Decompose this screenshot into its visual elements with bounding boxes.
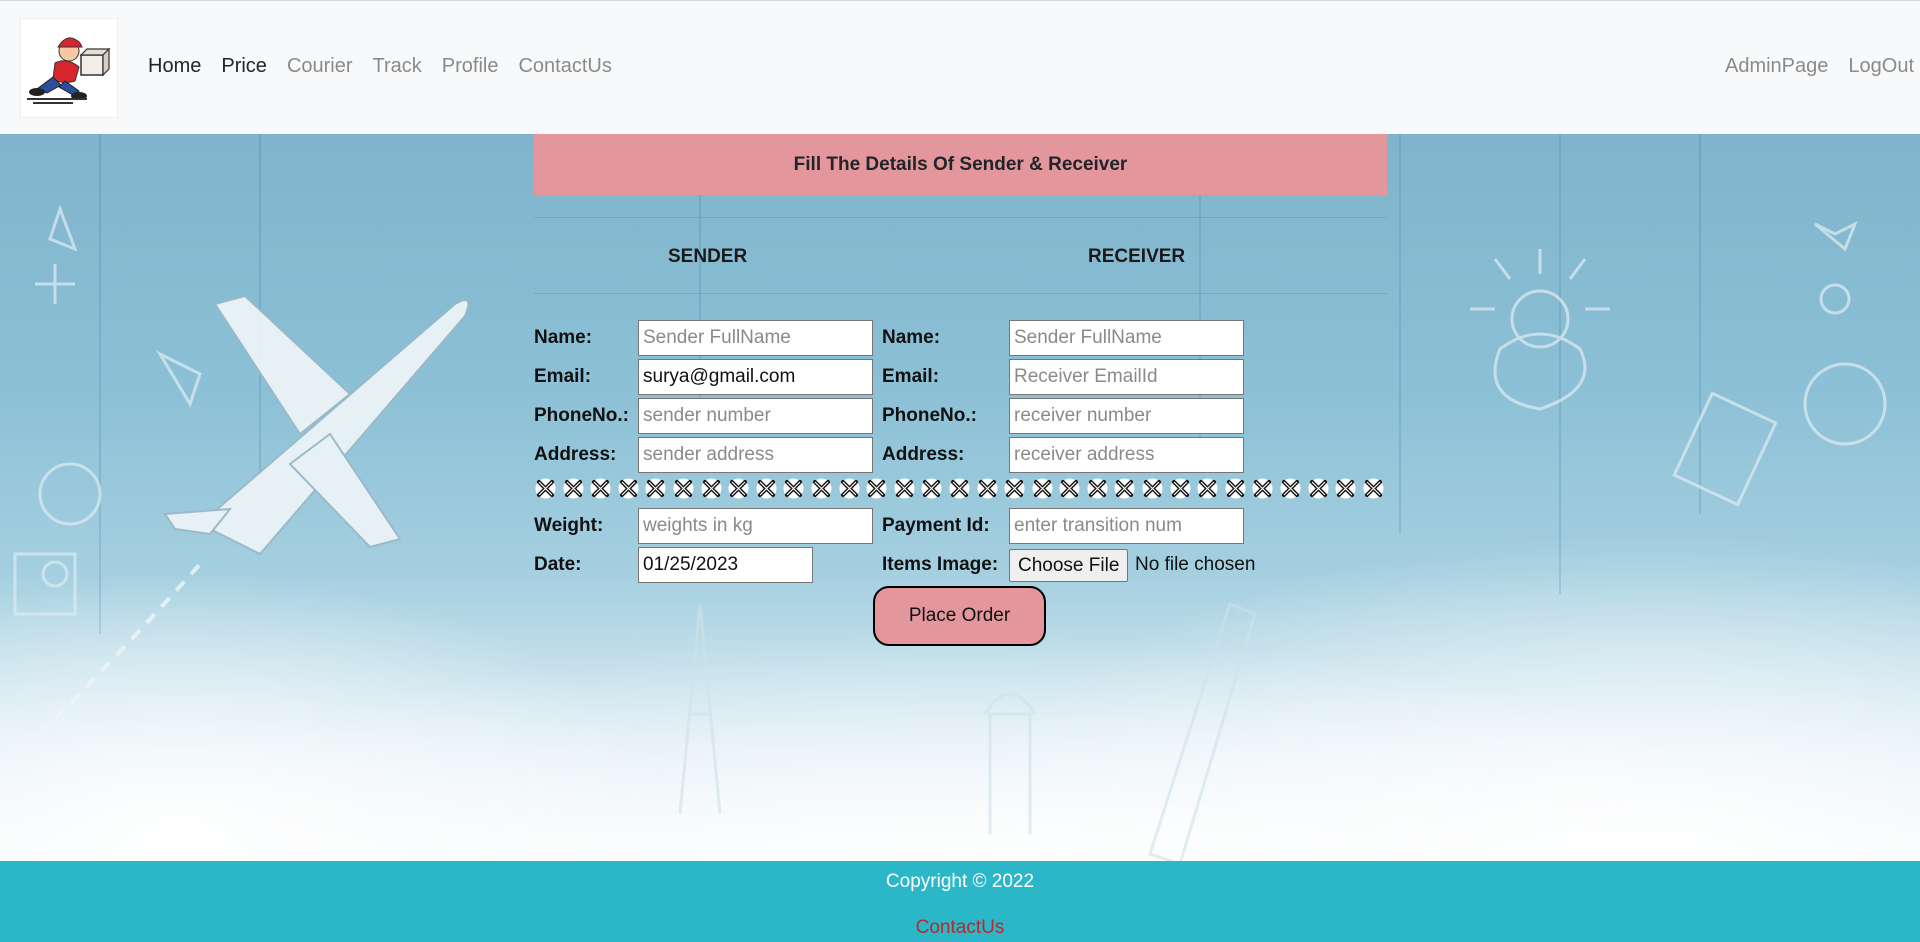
payment-id-label: Payment Id:: [882, 515, 990, 536]
divider: [534, 293, 1387, 294]
sender-address-input[interactable]: [638, 437, 873, 473]
divider: [534, 217, 1387, 218]
cross-icon: [893, 477, 917, 500]
receiver-name-input[interactable]: [1009, 320, 1244, 356]
choose-file-button[interactable]: Choose File: [1009, 549, 1129, 582]
navbar: Home Price Courier Track Profile Contact…: [0, 0, 1920, 134]
footer: Copyright © 2022 ContactUs: [0, 861, 1920, 942]
cross-icon: [562, 477, 586, 500]
items-image-label: Items Image:: [882, 554, 999, 575]
cross-icon: [948, 477, 972, 500]
file-status-text: No file chosen: [1135, 554, 1256, 575]
cross-icon: [810, 477, 834, 500]
nav-left: Home Price Courier Track Profile Contact…: [148, 55, 612, 78]
sender-heading: SENDER: [668, 246, 748, 267]
sender-name-input[interactable]: [638, 320, 873, 356]
cross-icon: [1058, 477, 1082, 500]
cross-icon: [1031, 477, 1055, 500]
cross-icon: [1086, 477, 1110, 500]
cross-icon: [1196, 477, 1220, 500]
sender-phone-input[interactable]: [638, 398, 873, 434]
cross-icon: [1334, 477, 1358, 500]
separator-icon-row: [534, 477, 1385, 500]
date-label: Date:: [534, 554, 582, 575]
cross-icon: [1003, 477, 1027, 500]
cross-icon: [755, 477, 779, 500]
sender-name-label: Name:: [534, 327, 593, 348]
nav-right: AdminPage LogOut: [1725, 55, 1914, 78]
date-input[interactable]: [638, 547, 813, 583]
cross-icon: [920, 477, 944, 500]
cross-icon: [534, 477, 558, 500]
cross-icon: [1307, 477, 1331, 500]
receiver-phone-label: PhoneNo.:: [882, 405, 977, 426]
cross-icon: [700, 477, 724, 500]
cross-icon: [865, 477, 889, 500]
receiver-address-label: Address:: [882, 444, 965, 465]
nav-price-link[interactable]: Price: [221, 55, 267, 78]
weight-label: Weight:: [534, 515, 604, 536]
nav-home-link[interactable]: Home: [148, 55, 201, 78]
nav-track-link[interactable]: Track: [373, 55, 422, 78]
form-banner: Fill The Details Of Sender & Receiver: [534, 134, 1387, 195]
cross-icon: [838, 477, 862, 500]
cross-icon: [1113, 477, 1137, 500]
cross-icon: [1141, 477, 1165, 500]
footer-contactus-link[interactable]: ContactUs: [0, 917, 1920, 939]
cross-icon: [1279, 477, 1303, 500]
cross-icon: [644, 477, 668, 500]
weight-input[interactable]: [638, 508, 873, 544]
cross-icon: [589, 477, 613, 500]
cross-icon: [782, 477, 806, 500]
cross-icon: [672, 477, 696, 500]
receiver-email-input[interactable]: [1009, 359, 1244, 395]
cross-icon: [976, 477, 1000, 500]
receiver-email-label: Email:: [882, 366, 940, 387]
sender-email-input[interactable]: [638, 359, 873, 395]
nav-courier-link[interactable]: Courier: [287, 55, 353, 78]
courier-logo[interactable]: [20, 18, 118, 118]
cross-icon: [1224, 477, 1248, 500]
receiver-phone-input[interactable]: [1009, 398, 1244, 434]
receiver-heading: RECEIVER: [1088, 246, 1186, 267]
nav-adminpage-link[interactable]: AdminPage: [1725, 55, 1828, 78]
nav-logout-link[interactable]: LogOut: [1848, 55, 1914, 78]
nav-profile-link[interactable]: Profile: [442, 55, 499, 78]
receiver-name-label: Name:: [882, 327, 941, 348]
sender-address-label: Address:: [534, 444, 617, 465]
receiver-address-input[interactable]: [1009, 437, 1244, 473]
sender-email-label: Email:: [534, 366, 592, 387]
sender-phone-label: PhoneNo.:: [534, 405, 629, 426]
cross-icon: [617, 477, 641, 500]
copyright-text: Copyright © 2022: [885, 871, 1035, 892]
cross-icon: [727, 477, 751, 500]
place-order-button[interactable]: Place Order: [873, 586, 1046, 646]
cross-icon: [1169, 477, 1193, 500]
cross-icon: [1251, 477, 1275, 500]
cross-icon: [1362, 477, 1386, 500]
payment-id-input[interactable]: [1009, 508, 1244, 544]
nav-contactus-link[interactable]: ContactUs: [518, 55, 611, 78]
